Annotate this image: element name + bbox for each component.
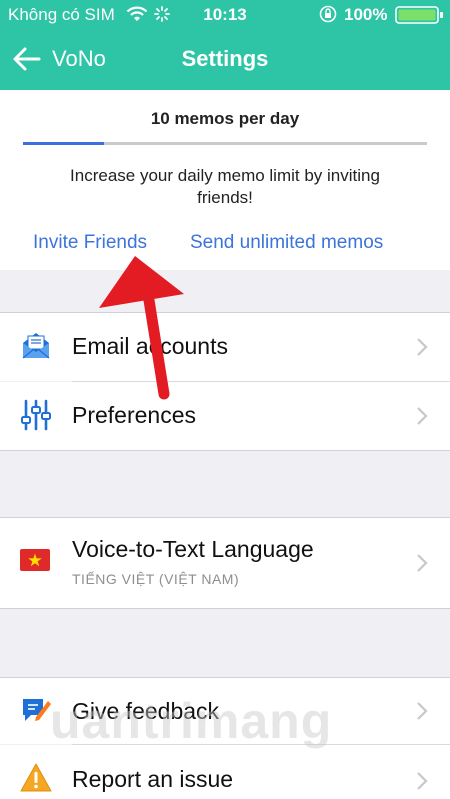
voice-to-text-language-row[interactable]: Voice-to-Text Language TIẾNG VIỆT (VIỆT …	[0, 518, 450, 608]
memo-limit-panel: 10 memos per day Increase your daily mem…	[0, 90, 450, 270]
send-unlimited-memos-link[interactable]: Send unlimited memos	[190, 232, 383, 254]
chevron-right-icon	[417, 407, 428, 425]
voice-language-title: Voice-to-Text Language	[72, 536, 314, 562]
report-issue-label: Report an issue	[72, 766, 234, 792]
chevron-right-icon	[417, 702, 428, 720]
page-title: Settings	[181, 46, 269, 71]
battery-icon	[395, 6, 443, 24]
sliders-icon	[21, 399, 51, 431]
memo-limit-count: 10 memos per day	[150, 109, 300, 128]
battery-percent: 100%	[344, 5, 388, 24]
report-issue-row[interactable]: Report an issue	[0, 745, 450, 799]
divider	[0, 608, 450, 609]
orientation-lock-icon	[319, 5, 337, 23]
email-accounts-row[interactable]: Email accounts	[0, 313, 450, 381]
invite-friends-link[interactable]: Invite Friends	[33, 232, 147, 254]
email-icon	[22, 333, 50, 359]
chevron-right-icon	[417, 554, 428, 572]
warning-icon	[20, 763, 52, 792]
memo-limit-progress-fill	[23, 142, 104, 145]
watermark: uantrimang	[50, 693, 333, 749]
chevron-right-icon	[417, 772, 428, 790]
chevron-right-icon	[417, 338, 428, 356]
preferences-row[interactable]: Preferences	[0, 382, 450, 450]
divider	[0, 450, 450, 451]
email-accounts-label: Email accounts	[72, 333, 228, 359]
memo-limit-progress	[23, 142, 427, 145]
voice-language-value: TIẾNG VIỆT (VIỆT NAM)	[72, 571, 240, 587]
status-bar: Không có SIM 10:13 100%	[0, 0, 450, 30]
vietnam-flag-icon	[20, 549, 50, 571]
nav-bar: VoNo Settings	[0, 30, 450, 90]
feedback-icon	[23, 699, 51, 721]
preferences-label: Preferences	[72, 402, 197, 428]
memo-limit-description: Increase your daily memo limit by inviti…	[70, 166, 380, 207]
